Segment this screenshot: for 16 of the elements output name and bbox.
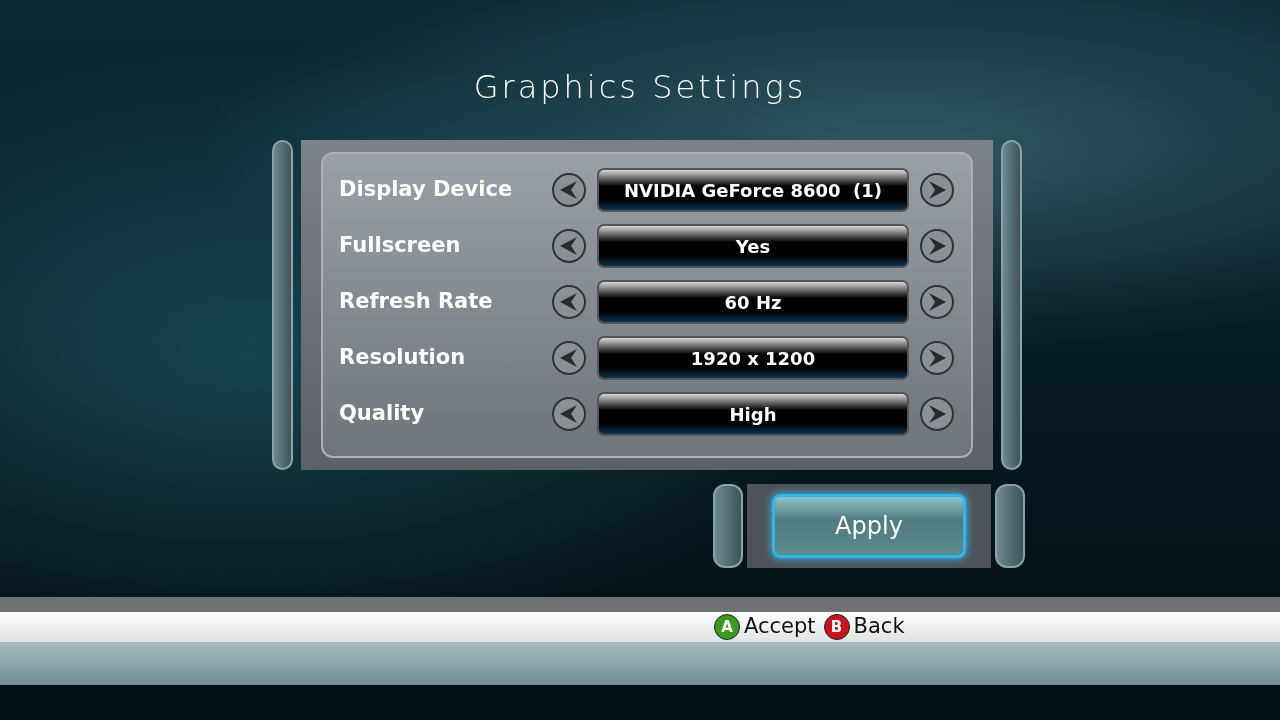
- setting-value[interactable]: NVIDIA GeForce 8600 (1): [597, 168, 909, 212]
- legend-label: Back: [853, 613, 905, 641]
- setting-label: Refresh Rate: [339, 288, 494, 316]
- screen-title: Graphics Settings: [472, 67, 808, 108]
- setting-value[interactable]: High: [597, 392, 909, 436]
- setting-label: Resolution: [339, 344, 467, 372]
- setting-value[interactable]: 1920 x 1200: [597, 336, 909, 380]
- setting-label: Fullscreen: [339, 232, 462, 260]
- setting-value[interactable]: Yes: [597, 224, 909, 268]
- apply-button[interactable]: Apply: [772, 494, 966, 558]
- setting-label: Display Device: [339, 176, 514, 204]
- setting-label: Quality: [339, 400, 426, 428]
- controller-button-icon: B: [823, 614, 850, 640]
- controller-button-icon: A: [714, 614, 740, 640]
- legend-label: Accept: [744, 613, 816, 641]
- setting-value[interactable]: 60 Hz: [597, 280, 909, 324]
